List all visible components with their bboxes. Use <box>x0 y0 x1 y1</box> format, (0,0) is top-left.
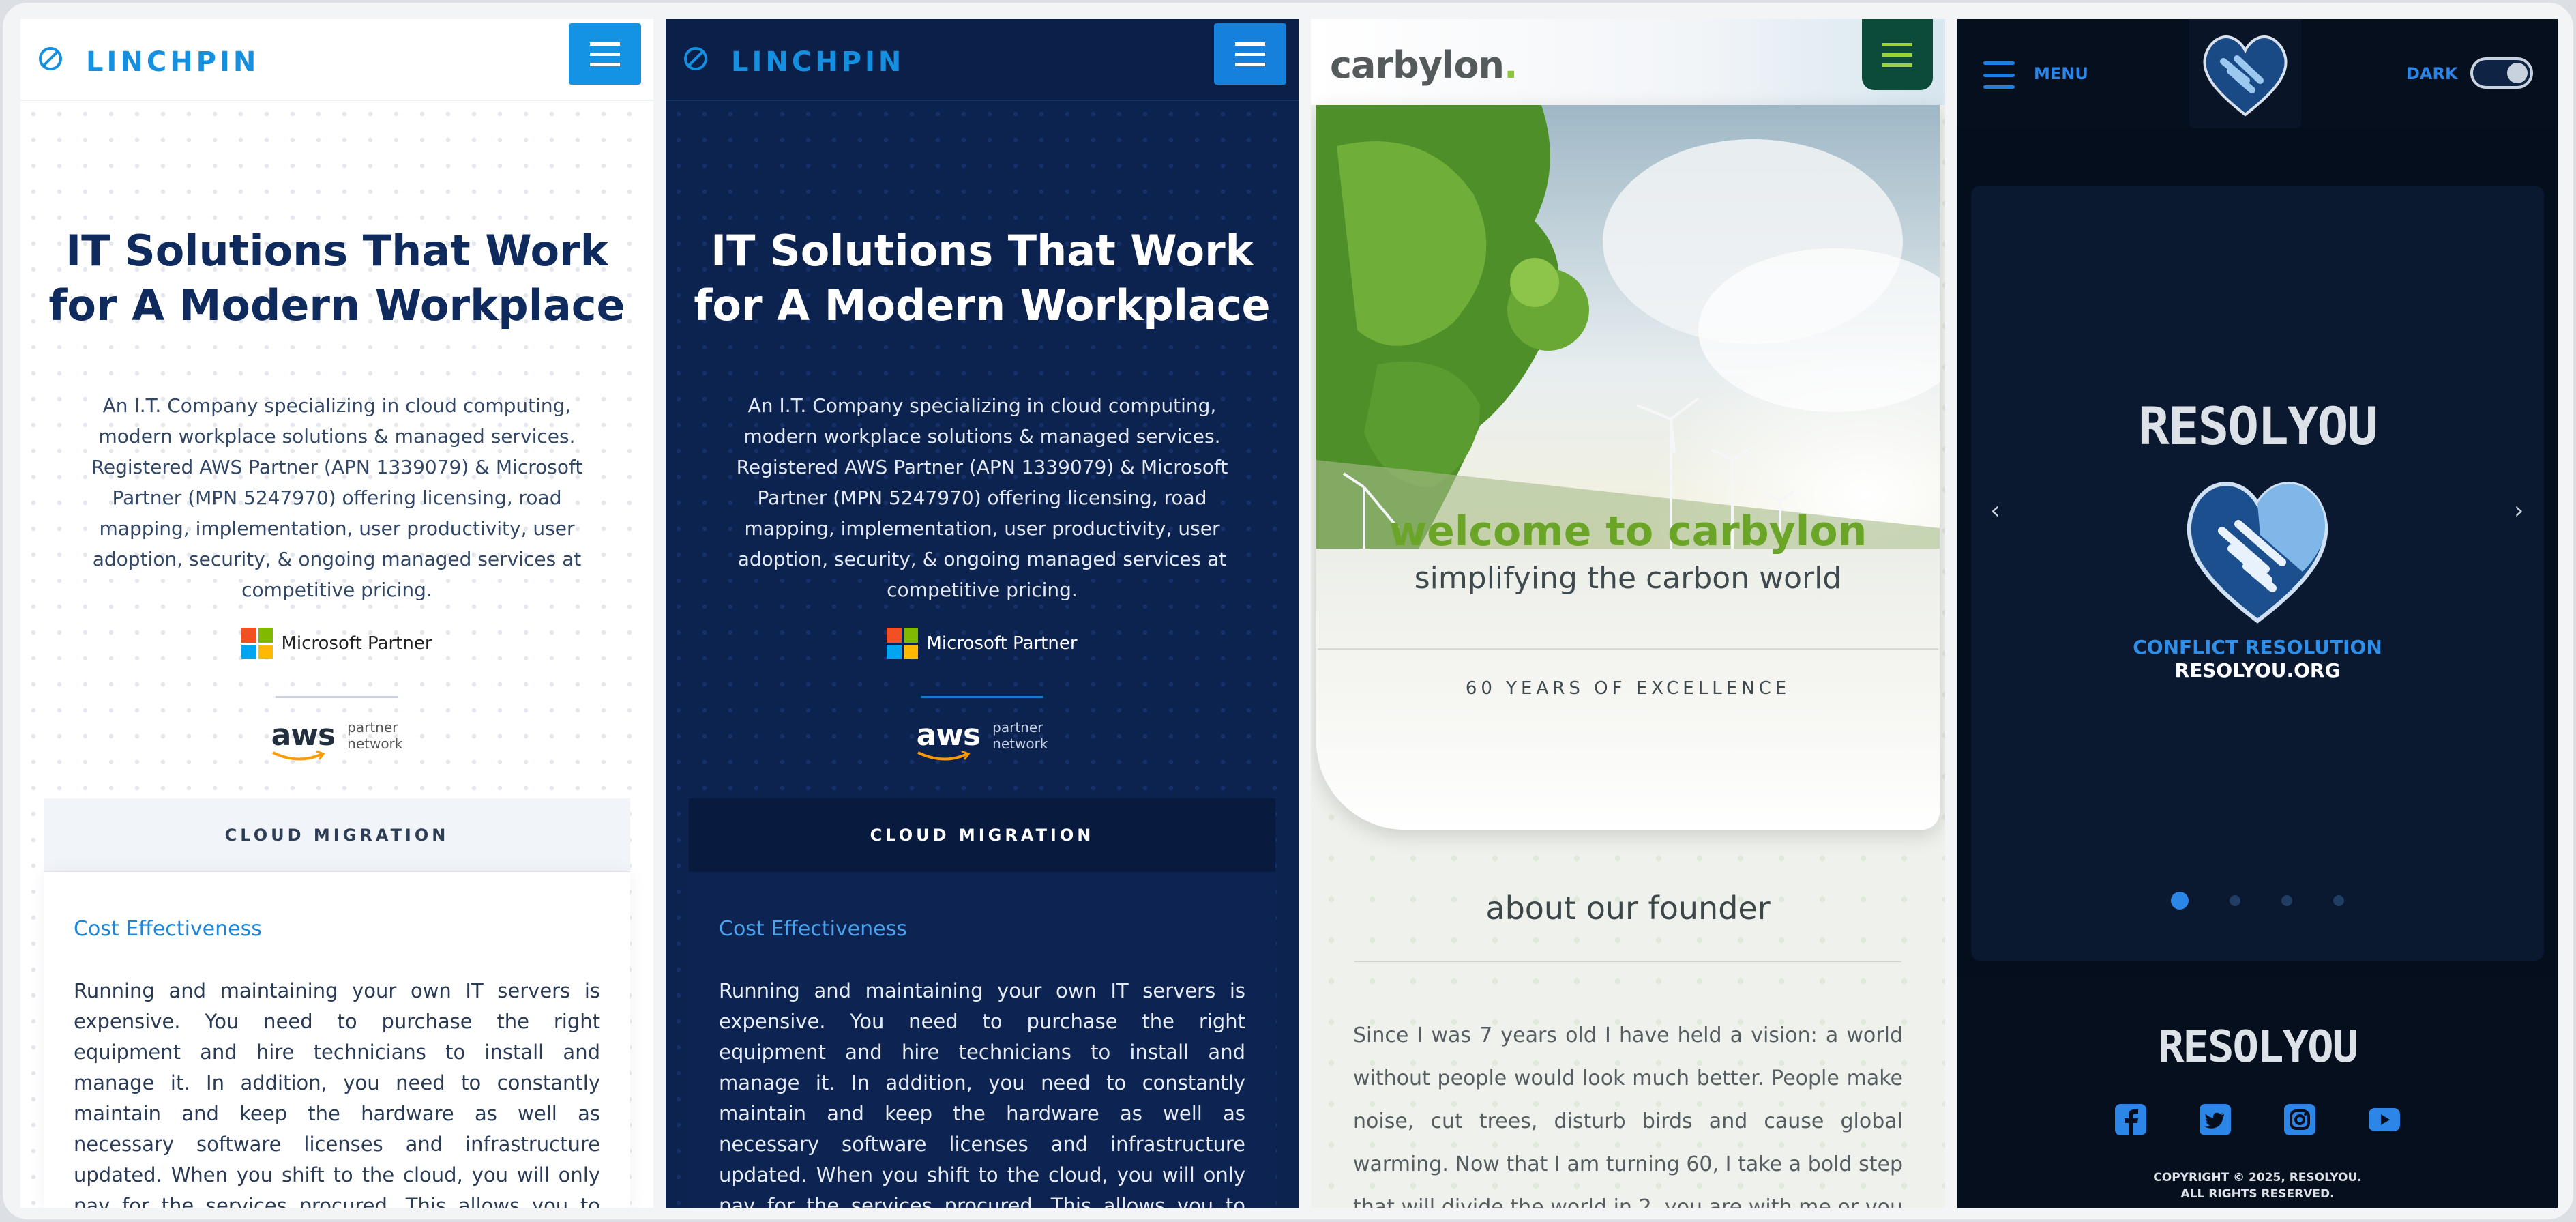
logo-tab[interactable] <box>2189 19 2301 128</box>
slide-url[interactable]: RESOLYOU.ORG <box>1957 659 2558 682</box>
section-tab-cloud-migration[interactable]: CLOUD MIGRATION <box>689 798 1275 872</box>
carbylon-panel: carbylon. welcome to carbylon simplifyin… <box>1311 19 1945 1208</box>
carousel-next-arrow[interactable]: › <box>2514 497 2523 525</box>
hamburger-menu-icon[interactable] <box>1983 61 2015 89</box>
social-links <box>1957 1103 2558 1137</box>
aws-partner-network-label: partner network <box>992 718 1048 752</box>
twitter-icon[interactable] <box>2198 1103 2232 1137</box>
carousel-dot-2[interactable] <box>2230 895 2240 906</box>
youtube-icon[interactable] <box>2367 1103 2401 1137</box>
copyright: COPYRIGHT © 2025, RESOLYOU. ALL RIGHTS R… <box>2153 1171 2362 1201</box>
slide-subtitle: CONFLICT RESOLUTION <box>2133 636 2382 658</box>
dark-mode-toggle[interactable] <box>2470 57 2533 89</box>
aws-partner-network-label: partner network <box>347 718 403 752</box>
aws-partner-badge: aws partner network <box>666 718 1299 761</box>
facebook-icon[interactable] <box>2114 1103 2148 1137</box>
footer-logo: RESOLYOU <box>2157 1022 2358 1073</box>
hamburger-menu-button[interactable] <box>1214 23 1286 85</box>
screenshot-frame: LINCHPIN IT Solutions That Work for A Mo… <box>3 3 2573 1219</box>
divider <box>1354 961 1901 962</box>
instagram-icon[interactable] <box>2283 1103 2317 1137</box>
about-heading: about our founder <box>1485 890 1771 927</box>
header: carbylon. <box>1311 19 1945 105</box>
brand-name[interactable]: LINCHPIN <box>731 46 904 78</box>
linchpin-dark-panel: LINCHPIN IT Solutions That Work for A Mo… <box>666 19 1299 1208</box>
dark-mode-label: DARK <box>2406 64 2458 83</box>
carousel-dots <box>1957 892 2558 910</box>
brand-name[interactable]: LINCHPIN <box>86 46 259 78</box>
aws-smile-icon <box>271 750 325 761</box>
years-badge: 60 YEARS OF EXCELLENCE <box>1465 678 1791 699</box>
hero-title: IT Solutions That Work for A Modern Work… <box>48 226 625 330</box>
linchpin-logo-icon <box>684 47 707 70</box>
microsoft-logo-icon <box>887 628 919 659</box>
resolyou-panel: MENU DARK ‹ › RESOLYOU CONFLICT RESOLUTI… <box>1957 19 2558 1208</box>
brand-logo[interactable]: carbylon. <box>1330 44 1518 87</box>
hero-description: An I.T. Company specializing in cloud co… <box>91 394 583 601</box>
card-subtitle: Cost Effectiveness <box>74 917 262 941</box>
aws-partner-badge: aws partner network <box>20 718 653 761</box>
carousel-dot-4[interactable] <box>2333 895 2344 906</box>
welcome-heading: welcome to carbylon <box>1389 508 1867 555</box>
microsoft-partner-label: Microsoft Partner <box>281 633 432 654</box>
hero-card <box>1316 105 1940 830</box>
aws-smile-icon <box>917 750 970 761</box>
divider <box>1318 648 1938 650</box>
card-text: Running and maintaining your own IT serv… <box>719 979 1245 1208</box>
microsoft-logo-icon <box>241 628 273 659</box>
hero-title: IT Solutions That Work for A Modern Work… <box>694 226 1271 330</box>
hero-description: An I.T. Company specializing in cloud co… <box>736 394 1228 601</box>
section-tab-cloud-migration[interactable]: CLOUD MIGRATION <box>44 798 630 872</box>
carousel-dot-3[interactable] <box>2281 895 2292 906</box>
hamburger-menu-button[interactable] <box>569 23 641 85</box>
divider <box>276 696 398 698</box>
aws-logo: aws <box>917 718 981 761</box>
about-text: Since I was 7 years old I have held a vi… <box>1353 1023 1903 1208</box>
microsoft-partner-label: Microsoft Partner <box>926 633 1078 654</box>
carousel-dot-1[interactable] <box>2171 892 2189 910</box>
tagline: simplifying the carbon world <box>1414 561 1842 596</box>
aws-logo: aws <box>271 718 336 761</box>
header: LINCHPIN <box>20 19 653 101</box>
microsoft-partner-badge: Microsoft Partner <box>666 628 1299 659</box>
linchpin-light-panel: LINCHPIN IT Solutions That Work for A Mo… <box>20 19 653 1208</box>
header: LINCHPIN <box>666 19 1299 101</box>
card-text: Running and maintaining your own IT serv… <box>74 979 600 1208</box>
carousel-prev-arrow[interactable]: ‹ <box>1990 497 2000 525</box>
linchpin-logo-icon <box>39 47 62 70</box>
hero-image <box>1316 105 1940 549</box>
menu-label[interactable]: MENU <box>2034 64 2088 83</box>
handshake-heart-icon <box>2187 482 2328 624</box>
slide-title: RESOLYOU <box>2137 396 2378 456</box>
microsoft-partner-badge: Microsoft Partner <box>20 628 653 659</box>
card-subtitle: Cost Effectiveness <box>719 917 907 941</box>
header: MENU DARK <box>1957 19 2558 128</box>
hamburger-menu-button[interactable] <box>1862 19 1933 90</box>
handshake-heart-logo-icon <box>2203 35 2288 117</box>
divider <box>921 696 1043 698</box>
